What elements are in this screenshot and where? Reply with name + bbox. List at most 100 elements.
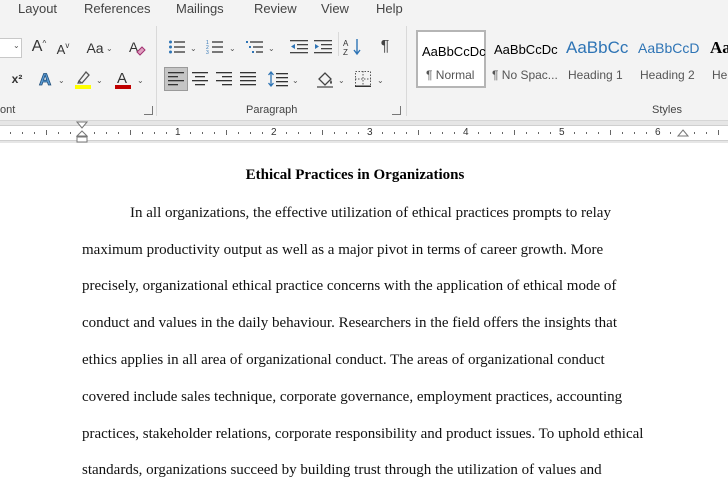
tab-view[interactable]: View: [321, 1, 349, 17]
pilcrow-icon: ¶: [380, 38, 390, 55]
ruler-number: 2: [271, 127, 277, 138]
text-effects-chevron-icon[interactable]: ⌄: [58, 76, 65, 85]
borders-chevron-icon[interactable]: ⌄: [377, 76, 384, 85]
paragraph-line: practices, stakeholder relations, corpor…: [82, 426, 644, 442]
paragraph-line: conduct and values in the daily behaviou…: [82, 315, 617, 331]
change-case-button[interactable]: Aa: [84, 37, 106, 59]
align-right-button[interactable]: [213, 67, 235, 91]
ruler-dot: [358, 132, 359, 134]
paragraph-group-label: Paragraph: [246, 104, 298, 116]
borders-button[interactable]: [352, 67, 374, 91]
tab-layout[interactable]: Layout: [18, 1, 57, 17]
ruler-dot: [574, 132, 575, 134]
align-center-button[interactable]: [189, 67, 211, 91]
ruler-dot: [22, 132, 23, 134]
ruler-dot: [118, 132, 119, 134]
paragraph-dialog-launcher[interactable]: [392, 106, 401, 115]
style-title[interactable]: Aa He: [706, 30, 728, 88]
ruler-dot: [346, 132, 347, 134]
svg-text:Z: Z: [343, 48, 348, 56]
highlight-chevron-icon[interactable]: ⌄: [96, 76, 103, 85]
ruler-dot: [454, 132, 455, 134]
align-left-button[interactable]: [164, 67, 188, 91]
justify-button[interactable]: [237, 67, 259, 91]
ruler-dot: [286, 132, 287, 134]
decrease-indent-button[interactable]: [288, 36, 310, 58]
style-name: ¶ No Spac...: [492, 68, 558, 82]
increase-indent-button[interactable]: [312, 36, 334, 58]
clear-formatting-icon: A: [129, 39, 146, 56]
style-sample: AaBbCcDc: [494, 42, 558, 57]
font-color-chevron-icon[interactable]: ⌄: [137, 76, 144, 85]
ruler-dot: [526, 132, 527, 134]
ruler-number: 6: [655, 127, 661, 138]
tab-help[interactable]: Help: [376, 1, 403, 17]
ruler-dot: [634, 132, 635, 134]
style-heading-2[interactable]: AaBbCcD Heading 2: [634, 30, 706, 88]
style-name: ¶ Normal: [426, 68, 475, 82]
bullets-button[interactable]: [166, 36, 188, 58]
line-spacing-chevron-icon[interactable]: ⌄: [292, 76, 299, 85]
ruler-dot: [310, 132, 311, 134]
ribbon: ⌄ A ^ Av Aa ⌄ A x² A ⌄ ⌄ A ⌄ ont ⌄ 1 2 3…: [0, 20, 728, 121]
multilevel-chevron-icon[interactable]: ⌄: [268, 44, 275, 53]
highlight-color-button[interactable]: [72, 68, 94, 90]
styles-gallery: AaBbCcDc ¶ Normal AaBbCcDc ¶ No Spac... …: [414, 30, 728, 90]
left-indent-marker[interactable]: [76, 130, 88, 143]
style-sample: AaBbCcD: [638, 40, 700, 56]
grow-font-button[interactable]: A ^: [30, 36, 48, 58]
ruler-number: 1: [175, 127, 181, 138]
multilevel-list-icon: [246, 41, 263, 53]
font-color-button[interactable]: A: [112, 68, 134, 90]
style-normal[interactable]: AaBbCcDc ¶ Normal: [416, 30, 486, 88]
sort-button[interactable]: A Z: [342, 36, 364, 58]
style-sample: AaBbCc: [566, 38, 628, 57]
clear-formatting-button[interactable]: A: [126, 36, 148, 58]
font-dialog-launcher[interactable]: [144, 106, 153, 115]
svg-text:A: A: [343, 39, 349, 48]
tab-references[interactable]: References: [84, 1, 150, 17]
style-heading-1[interactable]: AaBbCc Heading 1: [562, 30, 632, 88]
line-spacing-button[interactable]: [266, 67, 290, 91]
ruler-dot: [538, 132, 539, 134]
ruler-tick: [226, 130, 227, 135]
numbering-chevron-icon[interactable]: ⌄: [229, 44, 236, 53]
ruler-number: 4: [463, 127, 469, 138]
shrink-font-button[interactable]: Av: [54, 38, 72, 60]
paragraph-line: ethics applies in all area of organizati…: [82, 352, 605, 368]
toolbar-separator: [338, 32, 339, 56]
ruler-dot: [670, 132, 671, 134]
svg-text:A: A: [39, 70, 51, 89]
style-no-spacing[interactable]: AaBbCcDc ¶ No Spac...: [488, 30, 560, 88]
grow-font-icon: A: [31, 38, 43, 55]
tab-mailings[interactable]: Mailings: [176, 1, 224, 17]
justify-icon: [240, 72, 256, 86]
ruler-tick: [46, 130, 47, 135]
superscript-button[interactable]: x²: [8, 70, 26, 88]
tab-review[interactable]: Review: [254, 1, 297, 17]
shading-button[interactable]: [314, 67, 336, 91]
document-page[interactable]: Ethical Practices in Organizations In al…: [0, 143, 728, 496]
sort-icon: A Z: [343, 39, 361, 56]
font-group-label: ont: [0, 104, 16, 116]
horizontal-ruler[interactable]: 1 2 3 4 5 6: [0, 125, 728, 141]
svg-text:3: 3: [206, 50, 209, 55]
paragraph-line: In all organizations, the effective util…: [130, 205, 611, 221]
ruler-dot: [442, 132, 443, 134]
numbering-icon: 1 2 3: [206, 40, 223, 55]
ruler-dot: [406, 132, 407, 134]
text-effects-button[interactable]: A: [36, 68, 56, 90]
ruler-dot: [262, 132, 263, 134]
text-effects-icon: A: [39, 70, 52, 89]
line-spacing-icon: [268, 71, 288, 87]
multilevel-list-button[interactable]: [244, 36, 266, 58]
bullets-chevron-icon[interactable]: ⌄: [190, 44, 197, 53]
ruler-dot: [154, 132, 155, 134]
font-size-dropdown-icon[interactable]: ⌄: [13, 41, 20, 50]
show-formatting-marks-button[interactable]: ¶: [374, 36, 396, 58]
shading-chevron-icon[interactable]: ⌄: [338, 76, 345, 85]
change-case-chevron-icon[interactable]: ⌄: [106, 44, 113, 53]
numbering-button[interactable]: 1 2 3: [204, 36, 226, 58]
ruler-tick: [322, 130, 323, 135]
right-indent-marker[interactable]: [677, 129, 689, 139]
